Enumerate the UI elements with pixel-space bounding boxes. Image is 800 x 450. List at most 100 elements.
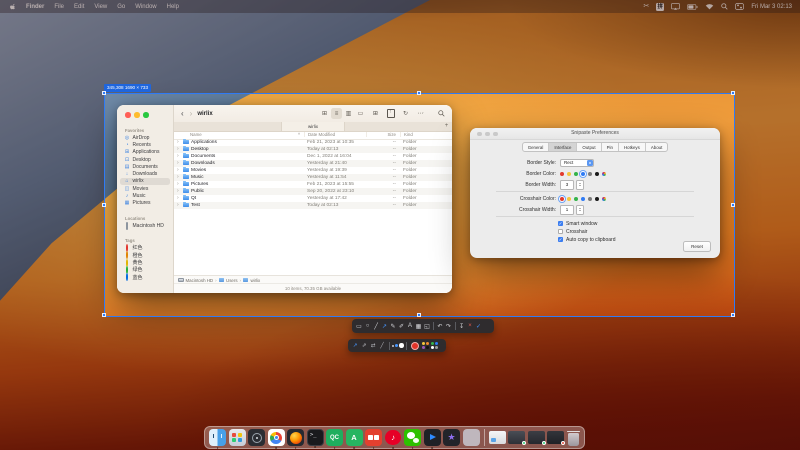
selection-handle[interactable] [102,91,106,95]
sidebar-item-desktop[interactable]: ⊡Desktop [120,156,170,163]
sidebar-item-recents[interactable]: ◔Recents [120,141,170,148]
mosaic-tool-icon[interactable]: ▦ [415,321,423,332]
border-style-select[interactable]: Rect [560,159,594,167]
color-blue-swatch-selected[interactable] [581,172,585,176]
marker-tool-icon[interactable]: ✐ [398,321,406,332]
column-name[interactable]: Name^ [174,132,304,137]
dock-chrome-icon[interactable] [268,429,285,446]
forward-button[interactable]: › [187,106,196,121]
tab-output[interactable]: Output [577,143,601,151]
sidebar-item-macintosh-hd[interactable]: Macintosh HD [120,222,170,229]
save-icon[interactable]: ↧ [458,321,466,332]
color-blue-swatch[interactable] [581,197,585,201]
selection-handle[interactable] [731,203,735,207]
back-button[interactable]: ‹ [178,106,187,121]
crosshair-width-stepper[interactable] [576,205,584,215]
action-menu-button[interactable]: ⋯ˇ [415,108,426,119]
dock-finder-icon[interactable] [209,429,226,446]
dock-qc-app-icon[interactable]: QC [326,429,343,446]
dock-red-chinese-app-icon[interactable] [365,429,382,446]
palette-black[interactable] [426,346,429,349]
sidebar-item-movies[interactable]: ◫Movies [120,185,170,192]
minimized-window-thumbnail[interactable] [508,431,525,444]
selection-handle[interactable] [102,313,106,317]
minimized-window-thumbnail[interactable] [547,431,564,444]
apple-menu-icon[interactable] [10,3,16,10]
disclosure-icon[interactable]: › [177,174,181,180]
color-custom-swatch[interactable] [602,197,606,201]
selection-handle[interactable] [417,91,421,95]
sidebar-item-downloads[interactable]: ↓Downloads [120,170,170,177]
sidebar-item-documents[interactable]: ▤Documents [120,163,170,170]
column-date-modified[interactable]: Date Modified [304,132,366,137]
input-method-icon[interactable]: 拼 [656,3,664,11]
color-red-swatch-selected[interactable] [560,197,564,201]
palette-white[interactable] [431,346,434,349]
disclosure-icon[interactable]: › [177,160,181,166]
palette-purple[interactable] [422,346,425,349]
new-tab-button[interactable]: + [443,123,450,130]
zoom-button[interactable] [493,132,498,137]
menu-go[interactable]: Go [117,4,125,10]
selection-handle[interactable] [102,203,106,207]
palette-gray[interactable] [435,346,438,349]
sidebar-tag-red[interactable]: 红色 [120,244,170,251]
line-tool-icon[interactable]: ╱ [372,321,380,332]
dock-firefox-icon[interactable] [287,429,304,446]
table-row[interactable]: ›DocumentsDec 1, 2022 at 16:04--Folder [174,153,452,160]
dock-video-player-icon[interactable] [424,429,441,446]
sidebar-item-applications[interactable]: ⊞Applications [120,149,170,156]
disclosure-icon[interactable]: › [177,188,181,194]
column-kind[interactable]: Kind [400,132,452,137]
color-green-swatch[interactable] [574,172,578,176]
table-row[interactable]: ›PicturesFeb 21, 2023 at 15:55--Folder [174,181,452,188]
text-tool-icon[interactable]: A [406,321,414,332]
table-row[interactable]: ›MusicYesterday at 11:54--Folder [174,174,452,181]
sidebar-tag-yellow[interactable]: 黄色 [120,259,170,266]
disclosure-icon[interactable]: › [177,139,181,145]
palette-yellow[interactable] [422,342,425,345]
cancel-icon[interactable]: × [466,321,474,332]
sidebar-tag-orange[interactable]: 橙色 [120,252,170,259]
color-black-swatch[interactable] [595,197,599,201]
path-item-home[interactable]: wirlix [250,278,260,283]
search-icon[interactable] [721,3,728,10]
table-row[interactable]: ›TestToday at 02:13--Folder [174,202,452,209]
minimized-window-thumbnail[interactable] [489,431,506,444]
menu-finder[interactable]: Finder [26,4,44,10]
size-medium-dot[interactable] [395,344,398,347]
dock-launchpad-icon[interactable] [229,429,246,446]
redo-icon[interactable]: ↷ [445,321,453,332]
tab-interface[interactable]: Interface [549,143,577,151]
selection-handle[interactable] [731,91,735,95]
sync-button[interactable]: ↻ [400,108,411,119]
dock-placeholder-app-icon[interactable] [463,429,480,446]
dock-netease-music-icon[interactable]: ♪ [385,429,402,446]
color-custom-swatch[interactable] [602,172,606,176]
palette-green[interactable] [431,342,434,345]
gallery-view-button[interactable]: ▭ [355,108,366,119]
table-row[interactable]: ›PublicSep 20, 2022 at 23:10--Folder [174,188,452,195]
menu-file[interactable]: File [54,4,64,10]
menu-edit[interactable]: Edit [74,4,84,10]
list-view-button[interactable]: ≡ [331,108,342,119]
palette-blue[interactable] [435,342,438,345]
undo-icon[interactable]: ↶ [436,321,444,332]
table-row[interactable]: ›DesktopToday at 02:13--Folder [174,146,452,153]
dock-terminal-icon[interactable]: >_ [307,429,324,446]
eraser-tool-icon[interactable]: ◱ [423,321,431,332]
table-row[interactable]: ›ApplicationsFeb 21, 2023 at 10:35--Fold… [174,139,452,146]
icon-view-button[interactable]: ⊞ [319,108,330,119]
table-row[interactable]: ›DownloadsYesterday at 21:40--Folder [174,160,452,167]
checkbox-smart-window[interactable]: ✓ Smart window [558,220,597,227]
path-item-disk[interactable]: Macintosh HD [186,278,214,283]
battery-icon[interactable] [687,4,698,10]
rectangle-tool-icon[interactable]: ▭ [355,321,363,332]
minimize-button[interactable] [134,112,140,118]
screen-mirroring-icon[interactable] [671,3,680,10]
toolbar-search-icon[interactable] [436,108,447,119]
menu-view[interactable]: View [94,4,107,10]
checkbox-crosshair[interactable]: Crosshair [558,228,587,235]
share-button[interactable]: ↑ [385,108,396,119]
tab-about[interactable]: About [646,143,667,151]
